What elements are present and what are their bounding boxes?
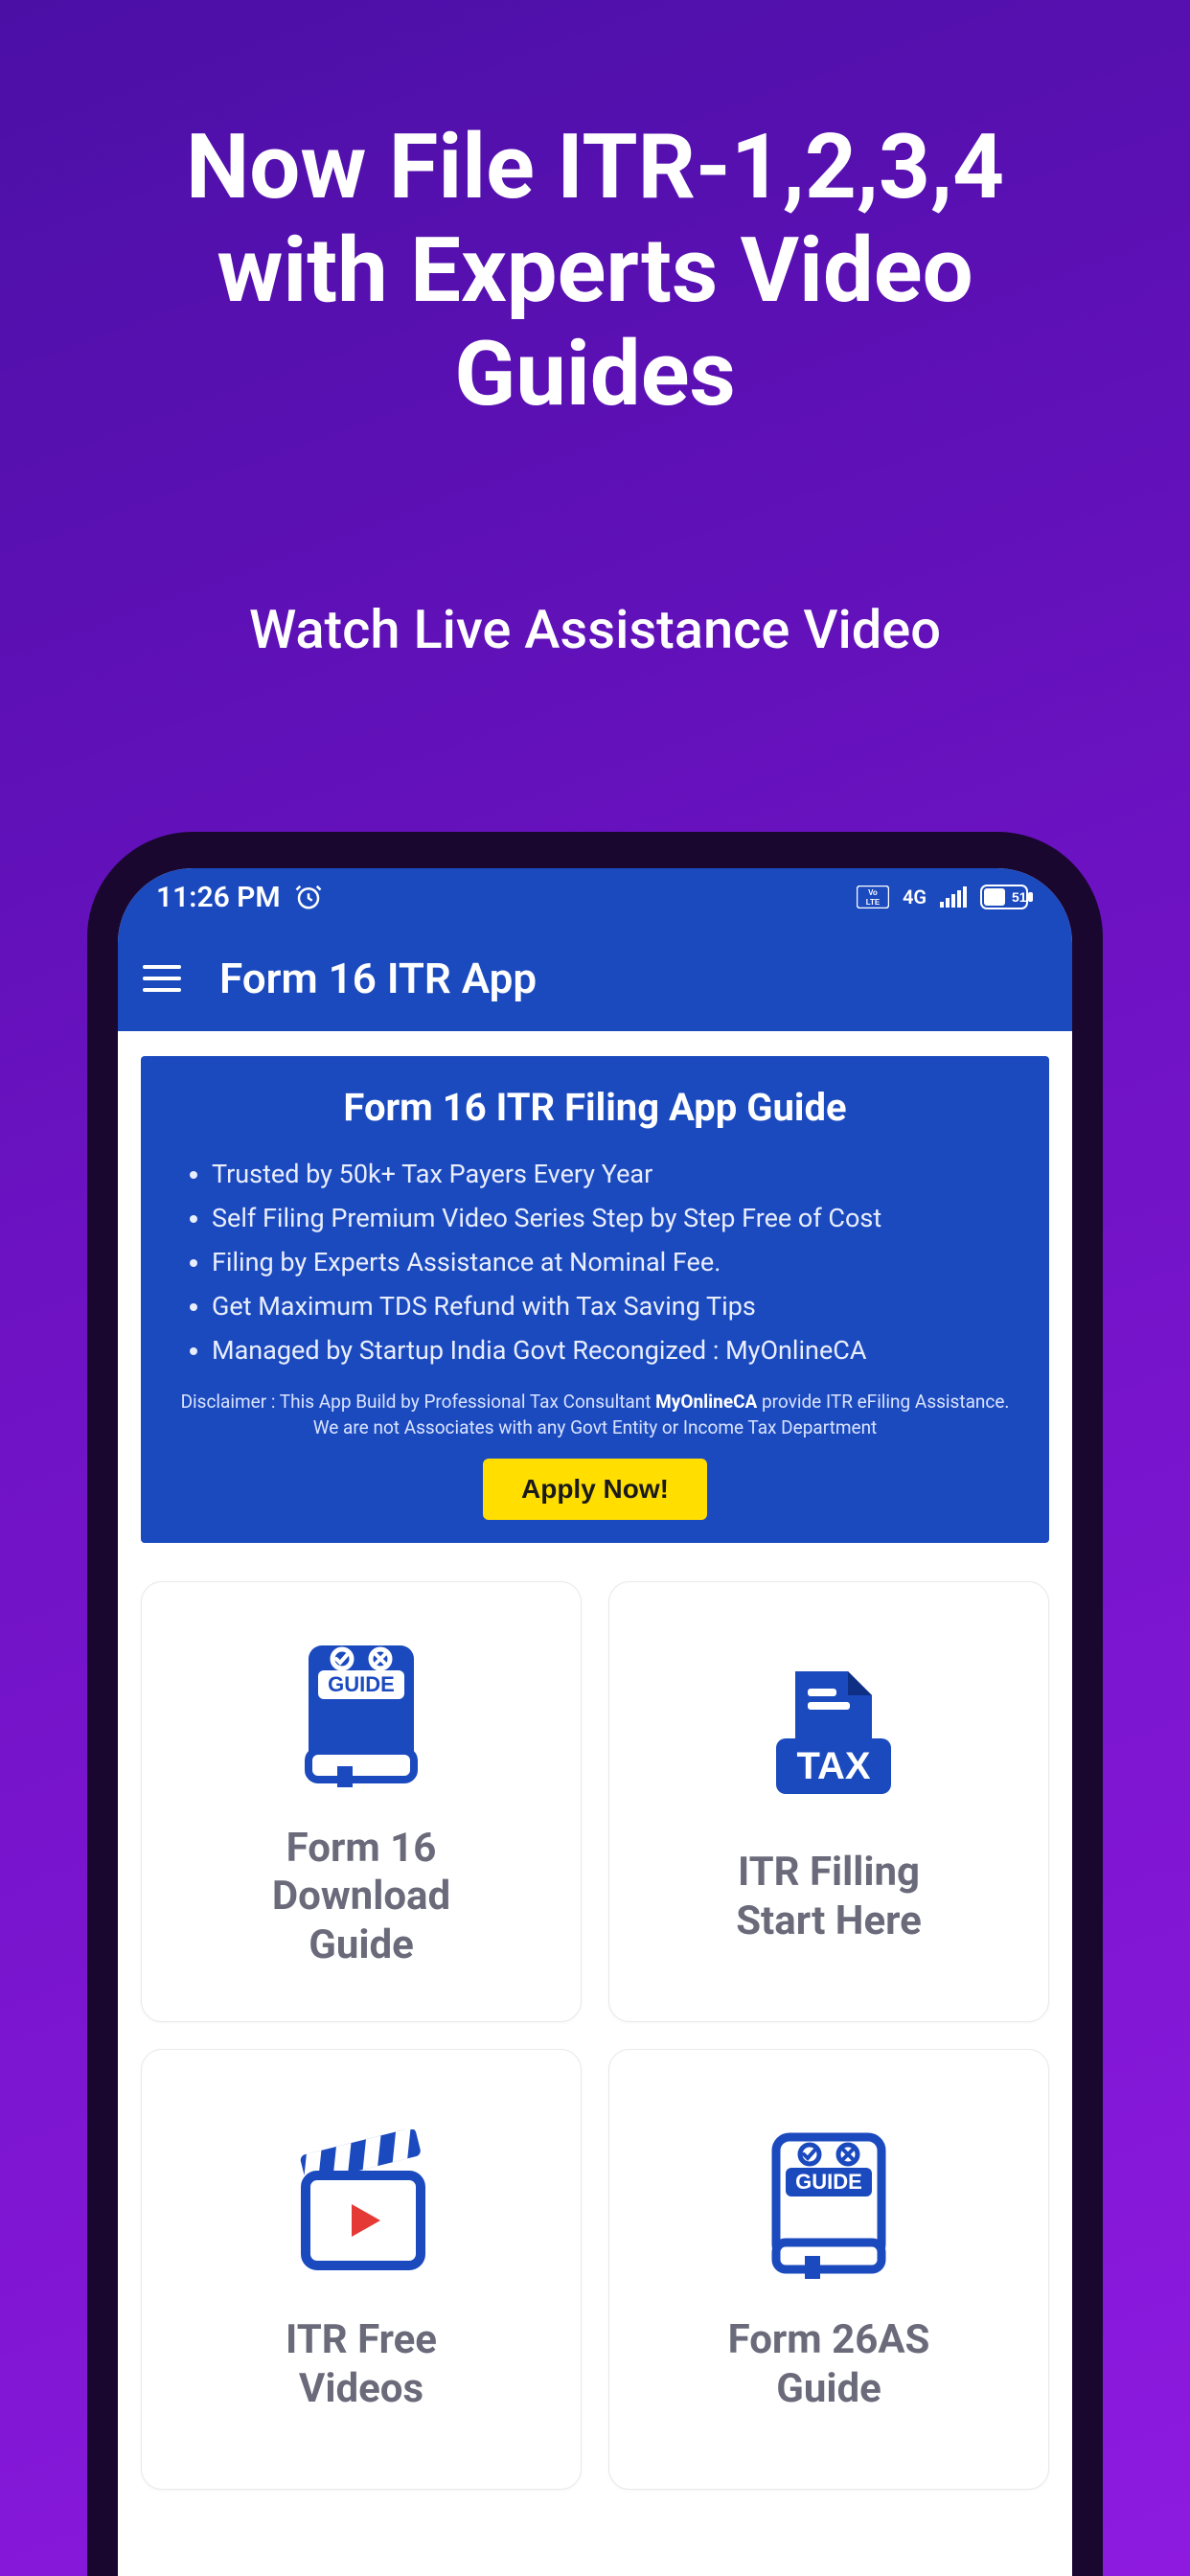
promo-title-line: Now File ITR-1,2,3,4 <box>186 114 1004 219</box>
hero-bullet: Trusted by 50k+ Tax Payers Every Year <box>212 1153 1020 1197</box>
phone-frame: 11:26 PM Vo LTE 4G <box>87 832 1103 2576</box>
main-content: Form 16 ITR Filing App Guide Trusted by … <box>118 1031 1072 2515</box>
svg-text:TAX: TAX <box>796 1745 870 1787</box>
hero-disclaimer: Disclaimer : This App Build by Professio… <box>170 1390 1020 1440</box>
volte-icon: Vo LTE <box>857 886 889 908</box>
apply-now-button[interactable]: Apply Now! <box>483 1459 707 1520</box>
promo-title-line: Guides <box>454 321 736 426</box>
menu-button[interactable] <box>143 955 189 1001</box>
guide-book-icon: GUIDE <box>289 1633 433 1796</box>
app-bar: Form 16 ITR App <box>118 926 1072 1031</box>
svg-text:LTE: LTE <box>866 898 881 907</box>
tax-file-icon: TAX <box>752 1657 905 1820</box>
hero-bullets: Trusted by 50k+ Tax Payers Every Year Se… <box>170 1153 1020 1372</box>
hero-bullet: Get Maximum TDS Refund with Tax Saving T… <box>212 1285 1020 1329</box>
svg-text:GUIDE: GUIDE <box>328 1672 395 1696</box>
hero-bullet: Self Filing Premium Video Series Step by… <box>212 1197 1020 1241</box>
card-itr-filling-start[interactable]: TAX ITR Filling Start Here <box>608 1581 1049 2022</box>
alarm-icon <box>294 883 323 911</box>
card-label: Form 26AS Guide <box>728 2316 930 2413</box>
card-label: ITR Filling Start Here <box>736 1849 922 1945</box>
hero-bullet: Filing by Experts Assistance at Nominal … <box>212 1241 1020 1285</box>
network-label: 4G <box>903 886 927 908</box>
svg-text:GUIDE: GUIDE <box>795 2170 862 2194</box>
phone-screen: 11:26 PM Vo LTE 4G <box>118 868 1072 2576</box>
hero-title: Form 16 ITR Filing App Guide <box>170 1085 1020 1130</box>
promo-title-line: with Experts Video <box>217 218 973 323</box>
battery-icon: 51 <box>980 885 1034 909</box>
promo-subtitle: Watch Live Assistance Video <box>0 598 1190 661</box>
status-time: 11:26 PM <box>156 881 281 914</box>
guide-book-icon: GUIDE <box>757 2125 901 2288</box>
hero-banner: Form 16 ITR Filing App Guide Trusted by … <box>141 1056 1049 1543</box>
card-form26as-guide[interactable]: GUIDE Form 26AS Guide <box>608 2049 1049 2490</box>
card-itr-free-videos[interactable]: ITR Free Videos <box>141 2049 582 2490</box>
card-label: ITR Free Videos <box>286 2316 437 2413</box>
disclaimer-brand: MyOnlineCA <box>655 1391 757 1413</box>
card-label: Form 16 Download Guide <box>272 1825 450 1969</box>
hero-bullet: Managed by Startup India Govt Recongized… <box>212 1329 1020 1373</box>
svg-text:Vo: Vo <box>868 888 878 897</box>
signal-icon <box>940 886 967 908</box>
svg-text:51: 51 <box>1012 889 1027 905</box>
card-form16-download-guide[interactable]: GUIDE Form 16 Download Guide <box>141 1581 582 2022</box>
app-title: Form 16 ITR App <box>219 954 537 1003</box>
feature-grid: GUIDE Form 16 Download Guide <box>141 1581 1049 2490</box>
disclaimer-text: Disclaimer : This App Build by Professio… <box>181 1391 656 1413</box>
promo-title: Now File ITR-1,2,3,4 with Experts Video … <box>0 0 1190 426</box>
status-bar: 11:26 PM Vo LTE 4G <box>118 868 1072 926</box>
clapper-play-icon <box>285 2125 438 2288</box>
